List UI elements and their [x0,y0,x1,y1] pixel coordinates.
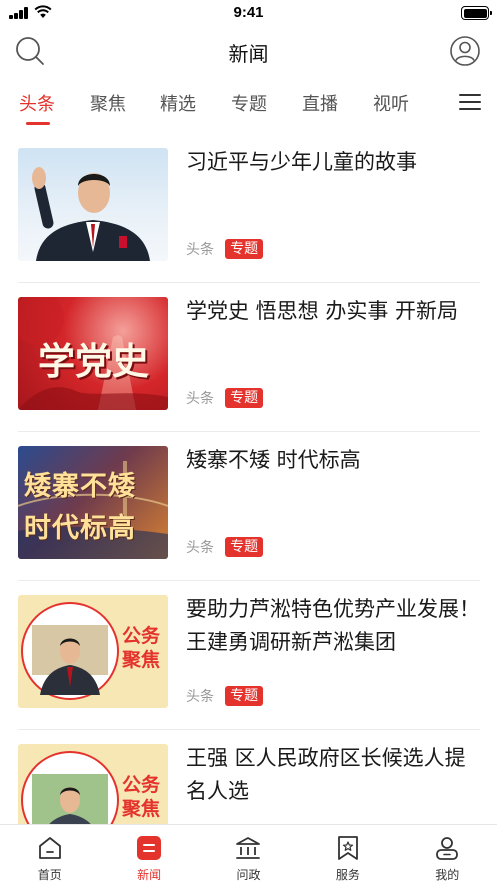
news-title: 要助力芦淞特色优势产业发展！王建勇调研新芦淞集团 [186,597,480,654]
news-source: 头条 [186,390,214,407]
news-thumbnail: 学党史 [18,297,168,410]
nav-label: 首页 [37,868,62,882]
nav-home[interactable]: 首页 [0,825,99,883]
app-header: 新闻 [0,26,497,78]
profile-icon [436,837,459,860]
tab-selected[interactable]: 精选 [160,90,196,128]
news-title: 矮寨不矮 时代标高 [186,448,361,472]
nav-label: 我的 [435,868,460,882]
news-title: 王强 区人民政府区长候选人提名人选 [186,746,466,803]
person-illustration [32,167,150,261]
news-thumbnail: 公务 聚焦 [18,744,168,824]
service-bookmark-icon [337,836,358,860]
topic-badge: 专题 [225,238,264,259]
government-icon [236,837,261,859]
user-icon[interactable] [449,35,481,67]
nav-label: 新闻 [137,868,162,882]
tab-video[interactable]: 视听 [373,90,409,128]
news-source: 头条 [186,539,214,556]
news-item[interactable]: 矮寨不矮 时代标高 矮寨不矮 时代标高 头条 专题 [18,432,480,581]
news-item[interactable]: 学党史 学党史 悟思想 办实事 开新局 头条 专题 [18,283,480,432]
news-title: 习近平与少年儿童的故事 [186,150,417,174]
nav-service[interactable]: 服务 [298,825,397,883]
nav-label: 服务 [335,868,360,882]
news-thumbnail [18,148,168,261]
news-item[interactable]: 习近平与少年儿童的故事 头条 专题 [18,134,480,283]
tab-topics[interactable]: 专题 [231,90,267,128]
news-item[interactable]: 公务 聚焦 要助力芦淞特色优势产业发展！王建勇调研新芦淞集团 头条 专题 [18,581,480,730]
news-meta: 头条 专题 [186,238,264,260]
news-meta: 头条 专题 [186,685,264,707]
bottom-navigation: 首页 新闻 问政 服务 我的 [0,824,497,883]
news-meta: 头条 专题 [186,536,264,558]
thumbnail-caption-line-1: 矮寨不矮 [24,471,136,502]
news-source: 头条 [186,688,214,705]
page-title: 新闻 [228,42,269,66]
topic-badge: 专题 [225,685,264,706]
news-thumbnail: 公务 聚焦 [18,595,168,708]
nav-profile[interactable]: 我的 [398,825,497,883]
battery-icon [461,6,492,20]
badge-text-2: 聚焦 [122,649,161,671]
badge-text-1: 公务 [122,625,161,647]
status-time: 9:41 [233,4,264,21]
menu-icon[interactable] [459,92,481,112]
thumbnail-caption-line-2: 时代标高 [24,513,136,544]
badge-text-2: 聚焦 [122,798,161,820]
status-bar: 9:41 [0,0,497,26]
news-list: 习近平与少年儿童的故事 头条 专题 学党史 学党史 悟思想 办实事 开新局 头条… [0,134,497,824]
news-thumbnail: 矮寨不矮 时代标高 [18,446,168,559]
news-source: 头条 [186,241,214,258]
badge-text-1: 公务 [122,774,161,796]
tab-focus[interactable]: 聚焦 [90,90,126,128]
topic-badge: 专题 [225,536,264,557]
active-tab-indicator [26,122,50,125]
nav-government[interactable]: 问政 [199,825,298,883]
nav-news[interactable]: 新闻 [99,825,198,883]
category-tabs: 头条 聚焦 精选 专题 直播 视听 [0,84,497,128]
news-meta: 头条 专题 [186,387,264,409]
nav-label: 问政 [236,868,261,882]
news-title: 学党史 悟思想 办实事 开新局 [186,299,459,323]
thumbnail-caption: 学党史 [38,339,149,383]
home-icon [38,837,61,859]
news-item[interactable]: 公务 聚焦 王强 区人民政府区长候选人提名人选 [18,730,480,824]
topic-badge: 专题 [225,387,264,408]
tab-live[interactable]: 直播 [302,90,338,128]
news-icon [137,836,162,860]
